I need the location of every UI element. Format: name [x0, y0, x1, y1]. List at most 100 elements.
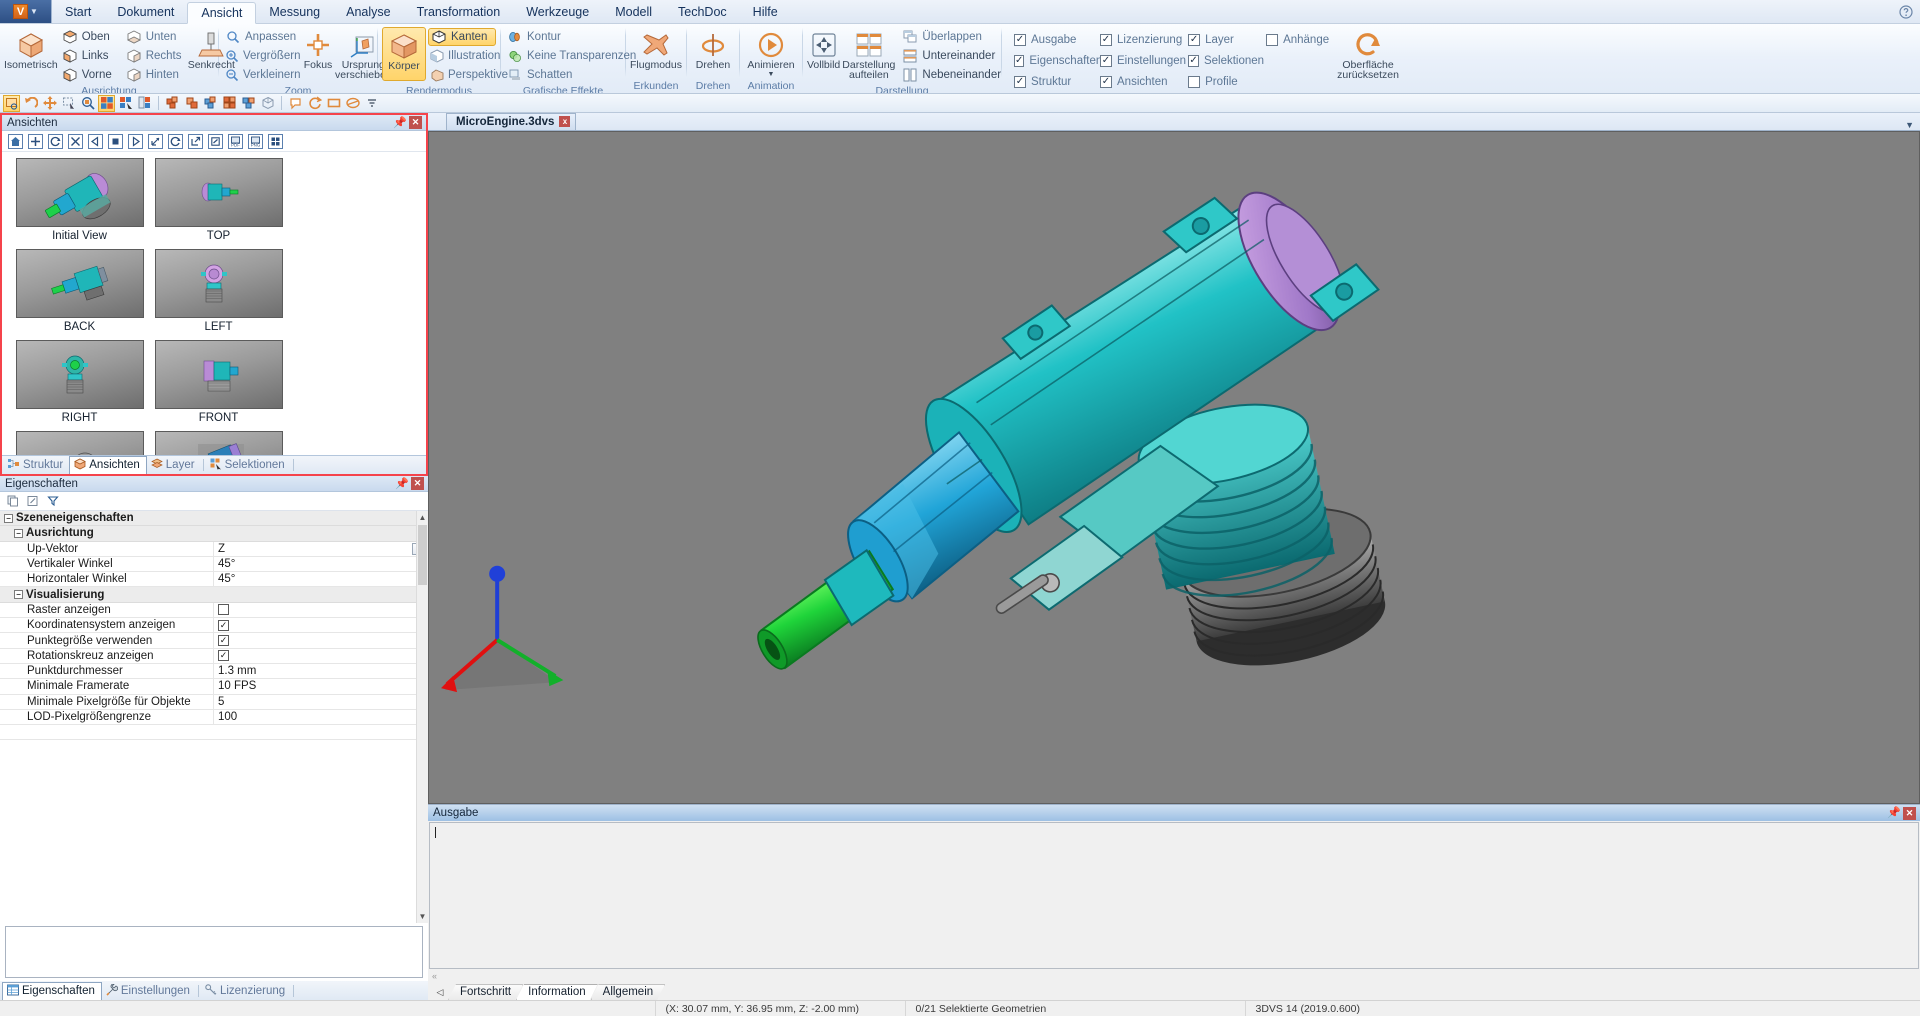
ribbon-button-kanten[interactable]: Kanten	[428, 28, 496, 46]
geometry-select-icon[interactable]	[98, 94, 115, 112]
tab-eigenschaften[interactable]: Eigenschaften	[2, 982, 102, 1000]
property-row-minimale-framerate[interactable]: Minimale Framerate 10 FPS	[0, 679, 428, 695]
ribbon-button-hinten[interactable]: Hinten	[124, 66, 186, 84]
ribbon-button-links[interactable]: Links	[60, 47, 122, 65]
output-text-area[interactable]	[429, 822, 1919, 969]
scroll-down-icon[interactable]: ▼	[417, 910, 428, 923]
view-item-cut[interactable]: CUT	[149, 431, 288, 455]
property-row-punktegroesse-verwenden[interactable]: Punktegröße verwenden ✓	[0, 633, 428, 649]
ribbon-button-fokus[interactable]: Fokus	[303, 27, 333, 71]
ribbon-button-koerper[interactable]: Körper	[382, 27, 426, 81]
chevron-down-icon[interactable]: ▼	[1905, 120, 1920, 130]
checkbox-einstellungen[interactable]: ✓ Einstellungen	[1100, 51, 1186, 70]
section-icon[interactable]	[344, 95, 361, 112]
scrollbar-thumb[interactable]	[418, 525, 427, 585]
ribbon-button-vorne[interactable]: Vorne	[60, 66, 122, 84]
undo-arrow-icon[interactable]	[22, 95, 39, 112]
menu-item-dokument[interactable]: Dokument	[104, 0, 187, 23]
3d-viewport[interactable]	[428, 131, 1920, 804]
property-row-minimale-pixelgroesse[interactable]: Minimale Pixelgröße für Objekte 5	[0, 694, 428, 710]
tab-struktur[interactable]: Struktur	[4, 457, 69, 474]
ribbon-button-animieren[interactable]: Animieren ▼	[744, 27, 798, 78]
ribbon-button-darstellung-aufteilen[interactable]: Darstellung aufteilen	[842, 27, 895, 80]
view-item-front[interactable]: FRONT	[149, 340, 288, 424]
add-view-icon[interactable]	[28, 133, 43, 149]
annotation-icon[interactable]	[287, 95, 304, 112]
checkbox-ansichten[interactable]: ✓ Ansichten	[1100, 72, 1186, 91]
checkbox-struktur[interactable]: ✓ Struktur	[1014, 72, 1098, 91]
tab-fortschritt[interactable]: Fortschritt	[448, 984, 523, 1000]
checkbox-icon[interactable]: ✓	[218, 619, 229, 631]
tab-information[interactable]: Information	[516, 984, 598, 1000]
checkbox-ausgabe[interactable]: ✓ Ausgabe	[1014, 30, 1098, 49]
view-item-bottom[interactable]: BOTTOM	[10, 431, 149, 455]
checkbox-icon[interactable]: ✓	[218, 635, 229, 647]
checkbox-lizenzierung[interactable]: ✓ Lizenzierung	[1100, 30, 1186, 49]
expander-icon[interactable]: −	[14, 528, 23, 538]
checkbox-selektionen[interactable]: ✓ Selektionen	[1188, 51, 1264, 70]
move-arrows-icon[interactable]	[41, 95, 58, 112]
property-row-horizontaler-winkel[interactable]: Horizontaler Winkel 45°	[0, 572, 428, 588]
property-group-row[interactable]: − Ausrichtung	[0, 526, 428, 542]
export-png-icon[interactable]: PNG	[248, 133, 263, 149]
menu-item-werkzeuge[interactable]: Werkzeuge	[513, 0, 602, 23]
ribbon-button-vergroessern[interactable]: Vergrößern	[223, 47, 301, 65]
menu-item-transformation[interactable]: Transformation	[404, 0, 514, 23]
prev-view-icon[interactable]	[88, 133, 103, 149]
export-pdf-icon[interactable]: PDF	[228, 133, 243, 149]
ribbon-button-kontur[interactable]: Kontur	[505, 28, 640, 46]
tab-layer[interactable]: Layer	[147, 457, 201, 474]
document-tab[interactable]: MicroEngine.3dvs x	[446, 113, 577, 130]
menu-item-modell[interactable]: Modell	[602, 0, 665, 23]
overflow-chevron-icon[interactable]	[363, 95, 380, 112]
select-rect-icon[interactable]	[3, 94, 20, 112]
view-item-left[interactable]: LEFT	[149, 249, 288, 333]
export-icon[interactable]	[26, 494, 40, 508]
pin-icon[interactable]: 📌	[1887, 807, 1901, 819]
wireframe-icon[interactable]	[259, 95, 276, 112]
select-area-icon[interactable]	[60, 95, 77, 112]
tab-lizenzierung[interactable]: Lizenzierung	[201, 983, 291, 1000]
tab-einstellungen[interactable]: Einstellungen	[102, 983, 196, 1000]
ribbon-button-illustration[interactable]: Illustration	[428, 47, 500, 65]
menu-item-hilfe[interactable]: Hilfe	[740, 0, 791, 23]
view-item-back[interactable]: BACK	[10, 249, 149, 333]
properties-scrollbar[interactable]: ▲ ▼	[416, 511, 428, 923]
menu-item-analyse[interactable]: Analyse	[333, 0, 403, 23]
property-row-raster-anzeigen[interactable]: Raster anzeigen	[0, 602, 428, 619]
view-item-initial[interactable]: Initial View	[10, 158, 149, 242]
copy-icon[interactable]	[6, 494, 20, 508]
ribbon-button-oben[interactable]: Oben	[60, 28, 122, 46]
grid-layout-icon[interactable]	[268, 133, 283, 149]
import-view-icon[interactable]	[208, 133, 223, 149]
expander-icon[interactable]: −	[4, 513, 13, 523]
checkbox-profile[interactable]: Profile	[1188, 72, 1264, 91]
ribbon-button-perspektive[interactable]: Perspektive	[428, 66, 508, 84]
ribbon-button-anpassen[interactable]: Anpassen	[223, 28, 301, 46]
ribbon-button-nebeneinander[interactable]: Nebeneinander	[900, 66, 1005, 84]
ribbon-button-rechts[interactable]: Rechts	[124, 47, 186, 65]
part-orange-icon[interactable]	[183, 95, 200, 112]
measure-circle-icon[interactable]	[306, 95, 323, 112]
expander-icon[interactable]: −	[14, 590, 23, 600]
checkbox-layer[interactable]: ✓ Layer	[1188, 30, 1264, 49]
checkbox-icon[interactable]	[218, 604, 229, 616]
checkbox-anhaenge[interactable]: Anhänge	[1266, 30, 1329, 49]
ribbon-button-untereinander[interactable]: Untereinander	[900, 47, 1005, 65]
scroll-left-icon[interactable]: «	[432, 971, 437, 981]
ribbon-button-flugmodus[interactable]: Flugmodus	[630, 27, 682, 71]
close-icon[interactable]: ✕	[409, 116, 422, 129]
stop-view-icon[interactable]	[108, 133, 123, 149]
ribbon-button-drehen[interactable]: Drehen	[691, 27, 735, 71]
ribbon-button-oberflaeche-zuruecksetzen[interactable]: Oberfläche zurücksetzen	[1337, 27, 1399, 80]
property-row-punktdurchmesser[interactable]: Punktdurchmesser 1.3 mm	[0, 663, 428, 680]
ribbon-button-ueberlappen[interactable]: Überlappen	[900, 28, 1005, 46]
property-row-lod-pixelgroessengrenze[interactable]: LOD-Pixelgrößengrenze 100	[0, 709, 428, 726]
ribbon-button-unten[interactable]: Unten	[124, 28, 186, 46]
ribbon-button-keine-transparenzen[interactable]: Keine Transparenzen	[505, 47, 640, 65]
checkbox-icon[interactable]: ✓	[218, 650, 229, 662]
menu-item-techdoc[interactable]: TechDoc	[665, 0, 740, 23]
output-scroll-row[interactable]: «	[428, 969, 1920, 982]
assembly-icon[interactable]	[240, 95, 257, 112]
close-icon[interactable]: ✕	[411, 477, 424, 490]
